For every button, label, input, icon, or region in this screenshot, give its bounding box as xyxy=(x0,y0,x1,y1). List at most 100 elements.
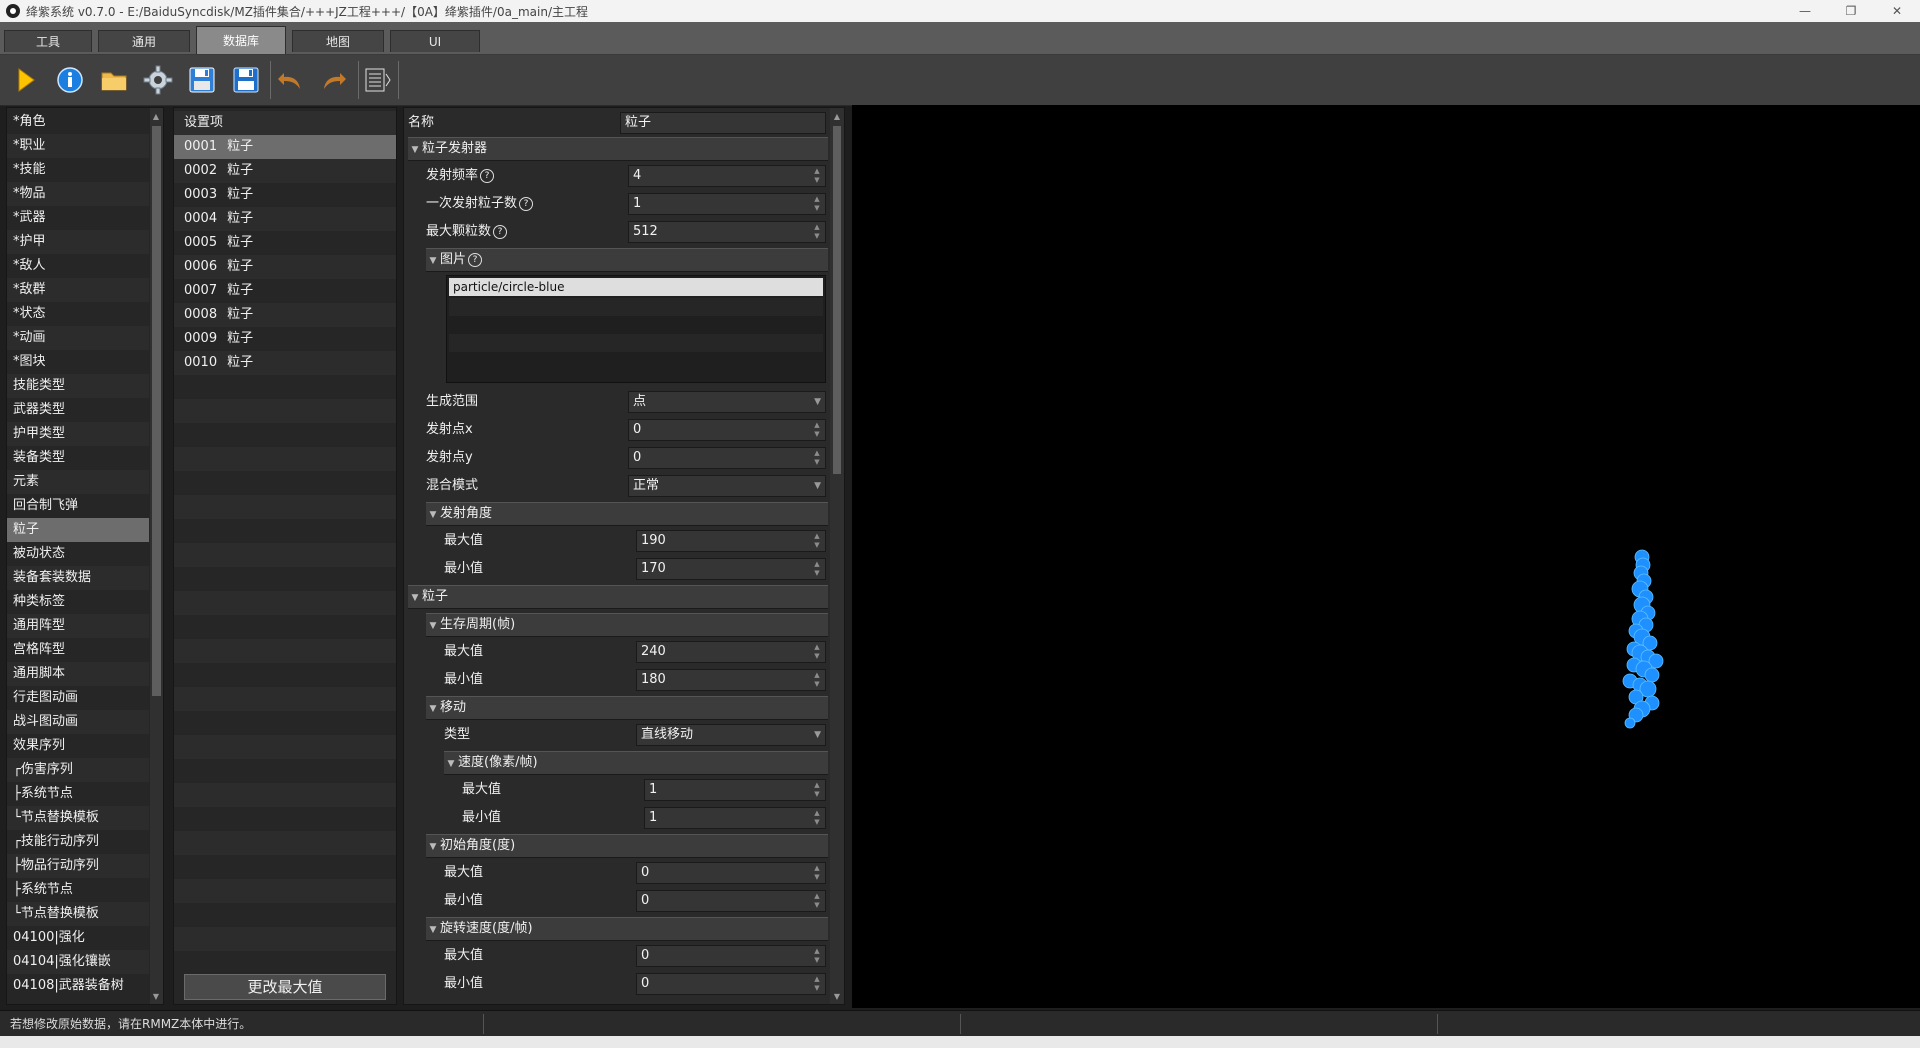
category-item[interactable]: 护甲类型 xyxy=(7,422,149,446)
spinner-icon[interactable]: ▲ ▼ xyxy=(811,892,823,910)
image-list[interactable]: particle/circle-blue xyxy=(446,275,826,383)
spinner-icon[interactable]: ▲ ▼ xyxy=(811,449,823,467)
save-icon[interactable] xyxy=(228,63,264,97)
undo-icon[interactable] xyxy=(272,63,308,97)
tab-map[interactable]: 地图 xyxy=(292,30,384,52)
category-item[interactable]: ├系统节点 xyxy=(7,782,149,806)
play-icon[interactable] xyxy=(8,63,44,97)
settings-item[interactable]: 0005 粒子 xyxy=(174,231,396,255)
settings-item[interactable]: 0008 粒子 xyxy=(174,303,396,327)
spinner-icon[interactable]: ▲ ▼ xyxy=(811,671,823,689)
category-item[interactable]: 被动状态 xyxy=(7,542,149,566)
category-item[interactable]: 效果序列 xyxy=(7,734,149,758)
category-item[interactable]: *角色 xyxy=(7,110,149,134)
spinner-icon[interactable]: ▲ ▼ xyxy=(811,532,823,550)
category-item[interactable]: *武器 xyxy=(7,206,149,230)
settings-item[interactable]: 0002 粒子 xyxy=(174,159,396,183)
category-item[interactable]: *护甲 xyxy=(7,230,149,254)
spinner-icon[interactable]: ▲ ▼ xyxy=(811,167,823,185)
category-item[interactable]: └节点替换模板 xyxy=(7,806,149,830)
scroll-down-icon[interactable]: ▼ xyxy=(831,990,843,1002)
life-section[interactable]: ▼ 生存周期(帧) xyxy=(426,613,828,637)
tab-database[interactable]: 数据库 xyxy=(196,26,286,54)
category-item[interactable]: 装备类型 xyxy=(7,446,149,470)
category-item[interactable]: 装备套装数据 xyxy=(7,566,149,590)
category-item[interactable]: ├系统节点 xyxy=(7,878,149,902)
category-item[interactable]: 通用阵型 xyxy=(7,614,149,638)
spinner-icon[interactable]: ▲ ▼ xyxy=(811,560,823,578)
range-select[interactable]: 点 ▼ xyxy=(628,391,826,413)
category-item[interactable]: *敌群 xyxy=(7,278,149,302)
category-item[interactable]: 行走图动画 xyxy=(7,686,149,710)
category-item[interactable]: ┌技能行动序列 xyxy=(7,830,149,854)
init-min-input[interactable]: 0 ▲ ▼ xyxy=(636,890,826,912)
init-angle-section[interactable]: ▼ 初始角度(度) xyxy=(426,834,828,858)
speed-max-input[interactable]: 1 ▲ ▼ xyxy=(644,779,826,801)
emit-y-input[interactable]: 0 ▲ ▼ xyxy=(628,447,826,469)
info-icon[interactable] xyxy=(52,63,88,97)
name-input[interactable]: 粒子 xyxy=(620,112,826,134)
life-min-input[interactable]: 180 ▲ ▼ xyxy=(636,669,826,691)
category-item[interactable]: *图块 xyxy=(7,350,149,374)
max-count-input[interactable]: 512 ▲ ▼ xyxy=(628,221,826,243)
rot-max-input[interactable]: 0 ▲ ▼ xyxy=(636,945,826,967)
spinner-icon[interactable]: ▲ ▼ xyxy=(811,781,823,799)
tab-general[interactable]: 通用 xyxy=(98,30,190,52)
move-type-select[interactable]: 直线移动 ▼ xyxy=(636,724,826,746)
emit-x-input[interactable]: 0 ▲ ▼ xyxy=(628,419,826,441)
spinner-icon[interactable]: ▲ ▼ xyxy=(811,975,823,993)
category-item[interactable]: *职业 xyxy=(7,134,149,158)
category-item[interactable]: 通用脚本 xyxy=(7,662,149,686)
per-emit-input[interactable]: 1 ▲ ▼ xyxy=(628,193,826,215)
settings-item[interactable]: 0006 粒子 xyxy=(174,255,396,279)
settings-item[interactable]: 0004 粒子 xyxy=(174,207,396,231)
category-item[interactable]: 技能类型 xyxy=(7,374,149,398)
restore-button[interactable]: ❐ xyxy=(1828,0,1874,22)
redo-icon[interactable] xyxy=(316,63,352,97)
folder-icon[interactable] xyxy=(96,63,132,97)
settings-item[interactable]: 0009 粒子 xyxy=(174,327,396,351)
help-icon[interactable]: ? xyxy=(493,224,508,239)
category-item[interactable]: *状态 xyxy=(7,302,149,326)
category-item[interactable]: 回合制飞弹 xyxy=(7,494,149,518)
scroll-up-icon[interactable]: ▲ xyxy=(831,110,843,122)
settings-item[interactable]: 0001 粒子 xyxy=(174,135,396,159)
spinner-icon[interactable]: ▲ ▼ xyxy=(811,223,823,241)
category-item[interactable]: └节点替换模板 xyxy=(7,902,149,926)
angle-section[interactable]: ▼ 发射角度 xyxy=(426,502,828,526)
particle-section[interactable]: ▼ 粒子 xyxy=(408,585,828,609)
category-item[interactable]: *敌人 xyxy=(7,254,149,278)
settings-item[interactable]: 0007 粒子 xyxy=(174,279,396,303)
tab-ui[interactable]: UI xyxy=(390,30,480,52)
gear-icon[interactable] xyxy=(140,63,176,97)
settings-item[interactable]: 0003 粒子 xyxy=(174,183,396,207)
category-item[interactable]: ├物品行动序列 xyxy=(7,854,149,878)
spinner-icon[interactable]: ▲ ▼ xyxy=(811,643,823,661)
blend-select[interactable]: 正常 ▼ xyxy=(628,475,826,497)
scroll-thumb[interactable] xyxy=(152,126,161,696)
settings-item[interactable]: 0010 粒子 xyxy=(174,351,396,375)
help-icon[interactable]: ? xyxy=(468,252,483,267)
category-item[interactable]: 战斗图动画 xyxy=(7,710,149,734)
spinner-icon[interactable]: ▲ ▼ xyxy=(811,195,823,213)
category-item[interactable]: 04104|强化镶嵌 xyxy=(7,950,149,974)
move-section[interactable]: ▼ 移动 xyxy=(426,696,828,720)
init-max-input[interactable]: 0 ▲ ▼ xyxy=(636,862,826,884)
spinner-icon[interactable]: ▲ ▼ xyxy=(811,809,823,827)
category-item[interactable]: 种类标签 xyxy=(7,590,149,614)
category-item[interactable]: 武器类型 xyxy=(7,398,149,422)
emitter-section[interactable]: ▼ 粒子发射器 xyxy=(408,137,828,161)
spinner-icon[interactable]: ▲ ▼ xyxy=(811,864,823,882)
angle-max-input[interactable]: 190 ▲ ▼ xyxy=(636,530,826,552)
category-item[interactable]: ┌伤害序列 xyxy=(7,758,149,782)
close-button[interactable]: ✕ xyxy=(1874,0,1920,22)
angle-min-input[interactable]: 170 ▲ ▼ xyxy=(636,558,826,580)
scroll-thumb[interactable] xyxy=(833,126,841,474)
save-as-icon[interactable] xyxy=(184,63,220,97)
speed-section[interactable]: ▼ 速度(像素/帧) xyxy=(444,751,828,775)
scroll-up-icon[interactable]: ▲ xyxy=(150,110,162,122)
category-item[interactable]: 宫格阵型 xyxy=(7,638,149,662)
image-list-item[interactable]: particle/circle-blue xyxy=(449,278,823,296)
category-item[interactable]: 元素 xyxy=(7,470,149,494)
particle-preview[interactable] xyxy=(852,105,1920,1008)
